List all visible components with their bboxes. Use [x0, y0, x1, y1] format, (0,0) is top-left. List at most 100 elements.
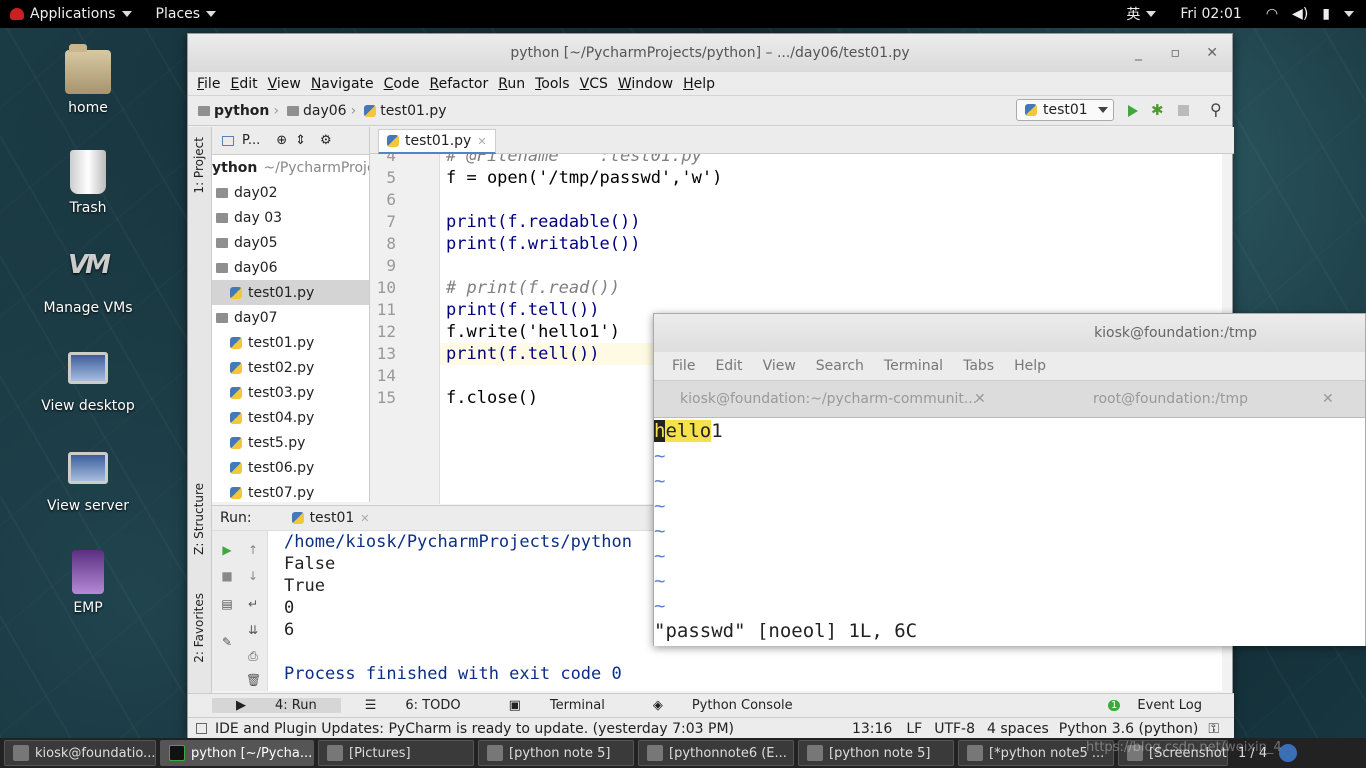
taskbar-item[interactable]: [Pictures]: [318, 740, 474, 766]
layout-icon[interactable]: ▤: [220, 597, 234, 611]
locate-icon[interactable]: ⊕: [276, 133, 287, 148]
places-menu[interactable]: Places: [146, 6, 227, 22]
terminal-menu-tabs[interactable]: Tabs: [953, 358, 1004, 374]
taskbar-item[interactable]: [python note 5]: [798, 740, 954, 766]
tree-file[interactable]: test5.py: [212, 430, 369, 455]
pin-icon[interactable]: ✎: [220, 635, 234, 649]
collapse-icon[interactable]: ⇕: [295, 133, 306, 148]
tree-folder[interactable]: day07: [212, 305, 369, 330]
terminal-menu-terminal[interactable]: Terminal: [874, 358, 953, 374]
desktop-icon-manage-vms[interactable]: VM Manage VMs: [28, 250, 148, 316]
tree-folder[interactable]: day06: [212, 255, 369, 280]
python-interpreter[interactable]: Python 3.6 (python): [1059, 721, 1199, 737]
tree-folder[interactable]: day05: [212, 230, 369, 255]
lock-icon[interactable]: ⚿: [1208, 721, 1219, 737]
clock[interactable]: Fri 02:01: [1180, 6, 1241, 22]
tree-folder[interactable]: day02: [212, 180, 369, 205]
project-view-select[interactable]: P...: [242, 133, 260, 148]
desktop-icon-view-desktop[interactable]: View desktop: [28, 352, 148, 414]
taskbar-item[interactable]: [pythonnote6 (E...: [638, 740, 794, 766]
menu-edit[interactable]: Edit: [225, 76, 262, 92]
minimize-icon[interactable]: _: [1135, 34, 1142, 72]
menu-help[interactable]: Help: [678, 76, 720, 92]
applications-menu[interactable]: Applications: [0, 6, 142, 22]
gear-icon[interactable]: ⚙: [320, 133, 332, 148]
taskbar-item[interactable]: [python note 5]: [478, 740, 634, 766]
tab-test01[interactable]: test01.py ✕: [378, 129, 496, 154]
tool-python-console[interactable]: ◈ Python Console: [629, 698, 817, 713]
tree-root[interactable]: ython ~/PycharmProjec: [212, 155, 369, 180]
run-configuration-select[interactable]: test01: [1016, 99, 1114, 121]
menu-tools[interactable]: Tools: [530, 76, 575, 92]
tool-todo[interactable]: ☰ 6: TODO: [341, 698, 485, 713]
desktop-icon-view-server[interactable]: View server: [28, 452, 148, 514]
menu-navigate[interactable]: Navigate: [306, 76, 379, 92]
tab-project[interactable]: 1: Project: [192, 137, 206, 194]
info-icon[interactable]: [1279, 744, 1298, 762]
tree-folder[interactable]: day 03: [212, 205, 369, 230]
indent-setting[interactable]: 4 spaces: [987, 721, 1049, 737]
close-icon[interactable]: ✕: [1206, 34, 1218, 72]
desktop-icon-emp[interactable]: EMP: [28, 550, 148, 616]
desktop-icon-home[interactable]: home: [28, 44, 148, 116]
rerun-icon[interactable]: ▶: [220, 543, 234, 557]
tool-run[interactable]: ▶ 4: Run: [212, 698, 341, 713]
scroll-to-end-icon[interactable]: ⇊: [246, 623, 260, 637]
terminal-menu-edit[interactable]: Edit: [705, 358, 752, 374]
search-icon[interactable]: ⚲: [1210, 100, 1222, 119]
terminal-tab-2[interactable]: root@foundation:/tmp: [1093, 381, 1248, 418]
input-method-menu[interactable]: 英: [1126, 4, 1157, 24]
scroll-up-icon[interactable]: ↑: [246, 543, 260, 557]
maximize-icon[interactable]: ▫: [1171, 34, 1181, 72]
taskbar-item[interactable]: kiosk@foundatio...: [4, 740, 156, 766]
stop-icon[interactable]: ■: [220, 569, 234, 583]
terminal-menu-file[interactable]: File: [662, 358, 705, 374]
tree-file[interactable]: test04.py: [212, 405, 369, 430]
terminal-titlebar[interactable]: kiosk@foundation:/tmp: [654, 314, 1365, 352]
breadcrumb-folder[interactable]: day06 ›: [287, 103, 356, 119]
tree-file[interactable]: test06.py: [212, 455, 369, 480]
terminal-menu-search[interactable]: Search: [806, 358, 874, 374]
status-toggle-icon[interactable]: [196, 723, 207, 734]
soft-wrap-icon[interactable]: ↵: [246, 597, 260, 611]
debug-icon[interactable]: ✱: [1151, 101, 1164, 119]
close-icon[interactable]: ✕: [974, 381, 986, 418]
close-icon[interactable]: ✕: [1322, 381, 1334, 418]
system-menu-chevron-icon[interactable]: [1344, 11, 1354, 17]
tab-favorites[interactable]: 2: Favorites: [192, 593, 206, 663]
terminal-body[interactable]: hello1 ~ ~ ~ ~ ~ ~ ~ "passwd" [noeol] 1L…: [654, 419, 1365, 646]
scroll-down-icon[interactable]: ↓: [246, 569, 260, 583]
menu-vcs[interactable]: VCS: [575, 76, 613, 92]
file-encoding[interactable]: UTF-8: [934, 721, 975, 737]
status-message[interactable]: IDE and Plugin Updates: PyCharm is ready…: [215, 721, 734, 737]
window-titlebar[interactable]: python [~/PycharmProjects/python] – .../…: [188, 34, 1232, 72]
wifi-icon[interactable]: ◠: [1266, 6, 1278, 22]
tree-file[interactable]: test01.py: [212, 330, 369, 355]
menu-refactor[interactable]: Refactor: [424, 76, 493, 92]
tab-structure[interactable]: Z: Structure: [192, 483, 206, 555]
stop-icon[interactable]: [1178, 105, 1189, 116]
volume-icon[interactable]: ◀): [1292, 6, 1308, 22]
taskbar-item[interactable]: python [~/Pycha...: [160, 740, 314, 766]
line-separator[interactable]: LF: [906, 721, 922, 737]
menu-run[interactable]: Run: [493, 76, 530, 92]
trash-icon[interactable]: 🗑: [246, 673, 261, 687]
breadcrumb-project[interactable]: python ›: [198, 103, 279, 119]
caret-position[interactable]: 13:16: [852, 721, 892, 737]
tree-file-selected[interactable]: test01.py: [212, 280, 369, 305]
menu-window[interactable]: Window: [613, 76, 678, 92]
run-tab[interactable]: test01 ✕: [291, 510, 369, 526]
tool-terminal[interactable]: ▣ Terminal: [485, 698, 629, 713]
run-icon[interactable]: [1128, 105, 1138, 117]
menu-view[interactable]: View: [263, 76, 306, 92]
desktop-icon-trash[interactable]: Trash: [28, 150, 148, 216]
tree-file[interactable]: test07.py: [212, 480, 369, 502]
menu-code[interactable]: Code: [379, 76, 425, 92]
tree-file[interactable]: test03.py: [212, 380, 369, 405]
tree-file[interactable]: test02.py: [212, 355, 369, 380]
terminal-tab-1[interactable]: kiosk@foundation:~/pycharm-communit...: [680, 381, 977, 418]
close-tab-icon[interactable]: ✕: [360, 512, 369, 525]
close-tab-icon[interactable]: ✕: [477, 135, 486, 148]
battery-icon[interactable]: ▮: [1322, 6, 1330, 22]
terminal-menu-view[interactable]: View: [753, 358, 806, 374]
